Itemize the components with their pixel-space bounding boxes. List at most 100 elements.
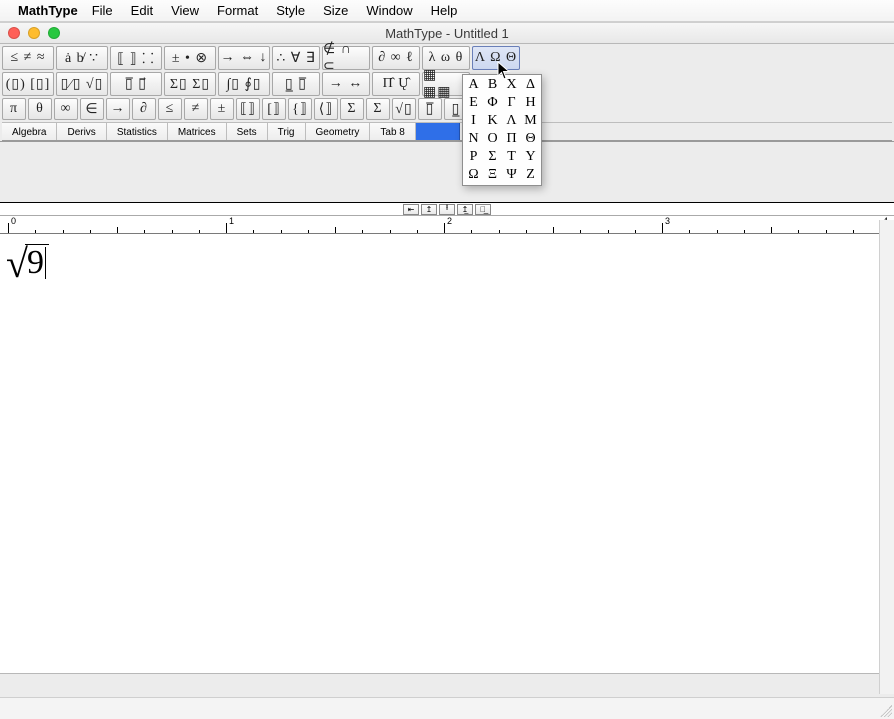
palette-arrows[interactable]: → ⇔ ↓: [218, 46, 270, 70]
template-products[interactable]: Π̂ Ų̂: [372, 72, 420, 96]
palette-greek-upper[interactable]: Λ Ω Θ: [472, 46, 520, 70]
greek-Eta[interactable]: Η: [521, 94, 540, 112]
tabstop-right[interactable]: ⭱: [439, 204, 455, 215]
radical-sign-icon: √: [6, 247, 28, 281]
palette-misc[interactable]: ∂ ∞ ℓ: [372, 46, 420, 70]
greek-Delta[interactable]: Δ: [521, 76, 540, 94]
tab-9-selected[interactable]: [416, 123, 460, 140]
ruler-area: ⇤ ↥ ⭱ ↥̲ ⭱̲ 01234: [0, 202, 894, 234]
greek-Phi[interactable]: Φ: [483, 94, 502, 112]
status-bar: [0, 697, 894, 719]
tab-8[interactable]: Tab 8: [370, 123, 415, 140]
slot-fence1[interactable]: ⟦⟧: [236, 98, 260, 120]
tab-algebra[interactable]: Algebra: [2, 123, 57, 140]
slot-theta[interactable]: θ: [28, 98, 52, 120]
template-labeled-arrows[interactable]: → ↔: [322, 72, 370, 96]
tab-statistics[interactable]: Statistics: [107, 123, 168, 140]
greek-uppercase-popup: Α Β Χ Δ Ε Φ Γ Η Ι Κ Λ Μ Ν Ο Π Θ Ρ Σ Τ Υ …: [462, 74, 542, 186]
equation: √ 9: [6, 244, 49, 281]
greek-Nu[interactable]: Ν: [464, 130, 483, 148]
tabstop-row: ⇤ ↥ ⭱ ↥̲ ⭱̲: [0, 203, 894, 216]
greek-Alpha[interactable]: Α: [464, 76, 483, 94]
greek-Psi[interactable]: Ψ: [502, 166, 521, 184]
greek-Lambda[interactable]: Λ: [502, 112, 521, 130]
menu-help[interactable]: Help: [431, 3, 458, 18]
zoom-window-button[interactable]: [48, 27, 60, 39]
template-overbar[interactable]: ▯̅ ▯⃗: [110, 72, 162, 96]
equation-canvas[interactable]: √ 9: [0, 234, 894, 674]
palette-embellish[interactable]: ⟦ ⟧ ⸬: [110, 46, 162, 70]
menu-view[interactable]: View: [171, 3, 199, 18]
greek-Theta[interactable]: Θ: [521, 130, 540, 148]
menu-window[interactable]: Window: [366, 3, 412, 18]
greek-Upsilon[interactable]: Υ: [521, 148, 540, 166]
tabstop-bar[interactable]: ⭱̲: [475, 204, 491, 215]
menu-file[interactable]: File: [92, 3, 113, 18]
vertical-scrollbar[interactable]: [879, 220, 894, 694]
greek-Beta[interactable]: Β: [483, 76, 502, 94]
greek-Xi[interactable]: Ξ: [483, 166, 502, 184]
greek-Pi[interactable]: Π: [502, 130, 521, 148]
minimize-window-button[interactable]: [28, 27, 40, 39]
slot-vec1[interactable]: ▯̅: [418, 98, 442, 120]
ruler[interactable]: 01234: [0, 216, 894, 233]
greek-Mu[interactable]: Μ: [521, 112, 540, 130]
greek-Omicron[interactable]: Ο: [483, 130, 502, 148]
text-cursor-icon: [45, 247, 46, 279]
menu-style[interactable]: Style: [276, 3, 305, 18]
template-underover[interactable]: ▯̲ ▯̅: [272, 72, 320, 96]
slot-sum2[interactable]: Σ: [366, 98, 390, 120]
tab-geometry[interactable]: Geometry: [306, 123, 371, 140]
radicand-value: 9: [27, 244, 44, 281]
slot-fence4[interactable]: ⟨⟧: [314, 98, 338, 120]
menu-format[interactable]: Format: [217, 3, 258, 18]
tabstop-left[interactable]: ⇤: [403, 204, 419, 215]
slot-infinity[interactable]: ∞: [54, 98, 78, 120]
slot-sqrt[interactable]: √▯: [392, 98, 416, 120]
slot-pm[interactable]: ±: [210, 98, 234, 120]
tab-trig[interactable]: Trig: [268, 123, 306, 140]
app-name[interactable]: MathType: [18, 3, 78, 18]
template-fractions[interactable]: ▯⁄▯ √▯: [56, 72, 108, 96]
slot-partial[interactable]: ∂: [132, 98, 156, 120]
window-titlebar: MathType - Untitled 1: [0, 22, 894, 44]
palette-operators[interactable]: ± • ⊗: [164, 46, 216, 70]
close-window-button[interactable]: [8, 27, 20, 39]
slot-fence2[interactable]: [⟧: [262, 98, 286, 120]
greek-Iota[interactable]: Ι: [464, 112, 483, 130]
menu-size[interactable]: Size: [323, 3, 348, 18]
tabstop-decimal[interactable]: ↥̲: [457, 204, 473, 215]
greek-Zeta[interactable]: Ζ: [521, 166, 540, 184]
template-fences[interactable]: (▯) [▯]: [2, 72, 54, 96]
greek-Sigma[interactable]: Σ: [483, 148, 502, 166]
slot-pi[interactable]: π: [2, 98, 26, 120]
ruler-label: 0: [11, 216, 16, 226]
greek-Gamma[interactable]: Γ: [502, 94, 521, 112]
slot-arrow[interactable]: →: [106, 98, 130, 120]
palette-relations[interactable]: ≤ ≠ ≈: [2, 46, 54, 70]
palette-spaces[interactable]: ȧ b̸ ∵: [56, 46, 108, 70]
ruler-label: 1: [229, 216, 234, 226]
tabstop-center[interactable]: ↥: [421, 204, 437, 215]
greek-Kappa[interactable]: Κ: [483, 112, 502, 130]
slot-neq[interactable]: ≠: [184, 98, 208, 120]
radicand[interactable]: 9: [25, 244, 49, 281]
greek-Rho[interactable]: Ρ: [464, 148, 483, 166]
palette-logic[interactable]: ∴ ∀ ∃: [272, 46, 320, 70]
resize-grip-icon[interactable]: [880, 705, 892, 717]
slot-leq[interactable]: ≤: [158, 98, 182, 120]
greek-Chi[interactable]: Χ: [502, 76, 521, 94]
slot-sum1[interactable]: Σ: [340, 98, 364, 120]
slot-element[interactable]: ∈: [80, 98, 104, 120]
greek-Epsilon[interactable]: Ε: [464, 94, 483, 112]
slot-fence3[interactable]: {⟧: [288, 98, 312, 120]
greek-Tau[interactable]: Τ: [502, 148, 521, 166]
greek-Omega[interactable]: Ω: [464, 166, 483, 184]
template-integrals[interactable]: ∫▯ ∮▯: [218, 72, 270, 96]
tab-derivs[interactable]: Derivs: [57, 123, 106, 140]
template-sums[interactable]: Σ▯ Σ▯: [164, 72, 216, 96]
tab-sets[interactable]: Sets: [227, 123, 268, 140]
menu-edit[interactable]: Edit: [131, 3, 153, 18]
tab-matrices[interactable]: Matrices: [168, 123, 227, 140]
palette-set-theory[interactable]: ∉ ∩ ⊂: [322, 46, 370, 70]
